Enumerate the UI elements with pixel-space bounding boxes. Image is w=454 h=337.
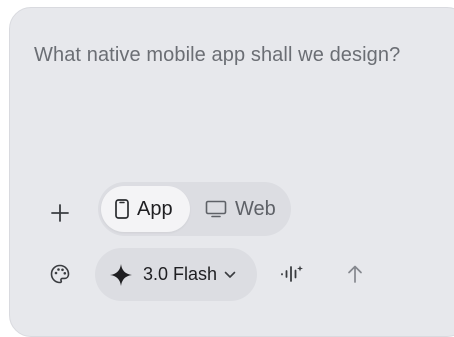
theme-button[interactable] (40, 254, 80, 294)
plus-icon (51, 204, 69, 222)
arrow-up-icon (348, 265, 362, 283)
chevron-down-icon (224, 271, 236, 279)
monitor-icon (205, 200, 227, 218)
mode-toggle: App Web (98, 182, 291, 236)
send-button[interactable] (335, 254, 375, 294)
mode-option-label: Web (235, 197, 276, 220)
phone-icon (115, 199, 129, 219)
mode-option-web[interactable]: Web (197, 186, 289, 232)
model-selector[interactable]: 3.0 Flash (95, 248, 257, 301)
add-attachment-button[interactable] (40, 193, 80, 233)
mode-option-label: App (137, 197, 173, 220)
voice-input-button[interactable] (272, 254, 312, 294)
prompt-composer[interactable]: What native mobile app shall we design? … (9, 7, 454, 337)
voice-waveform-icon (281, 265, 303, 282)
palette-icon (50, 264, 70, 284)
model-label: 3.0 Flash (143, 264, 218, 284)
sparkle-icon (109, 263, 133, 287)
prompt-input-placeholder[interactable]: What native mobile app shall we design? (34, 38, 414, 72)
mode-option-app[interactable]: App (101, 186, 190, 232)
